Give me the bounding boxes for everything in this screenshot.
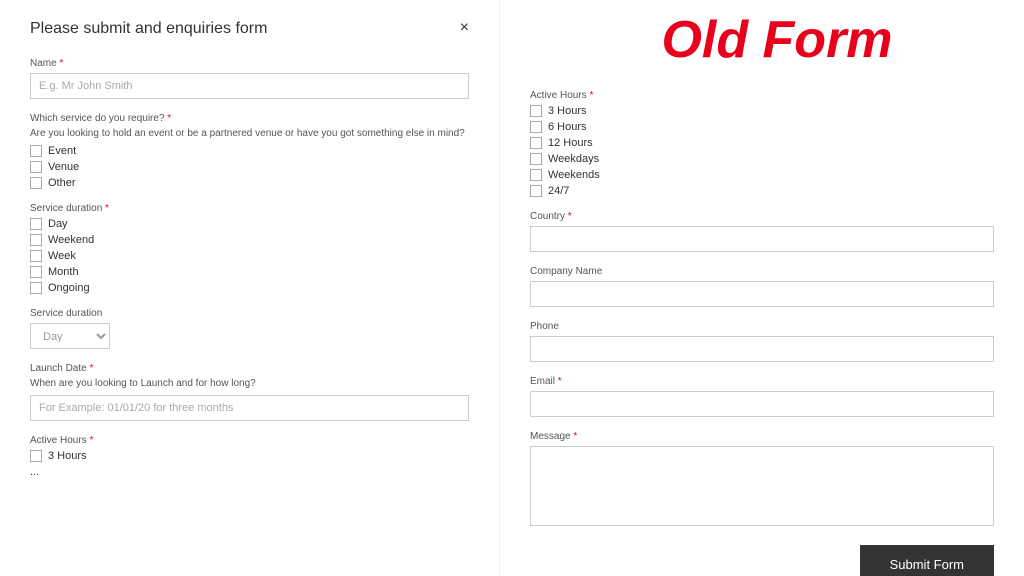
duration-weekend-option[interactable]: Weekend xyxy=(30,234,469,246)
duration-month-checkbox[interactable] xyxy=(30,266,42,278)
form-header: Please submit and enquiries form × xyxy=(30,20,469,38)
active-6h-checkbox[interactable] xyxy=(530,121,542,133)
company-name-label: Company Name xyxy=(530,266,994,277)
duration-day-checkbox[interactable] xyxy=(30,218,42,230)
name-label: Name * xyxy=(30,58,469,69)
duration-week-option[interactable]: Week xyxy=(30,250,469,262)
duration-month-option[interactable]: Month xyxy=(30,266,469,278)
service-duration-check-group: Service duration * Day Weekend Week Mont… xyxy=(30,203,469,294)
left-panel: Please submit and enquiries form × Name … xyxy=(0,0,500,576)
name-input[interactable] xyxy=(30,73,469,99)
country-label: Country * xyxy=(530,211,994,222)
message-input[interactable] xyxy=(530,446,994,526)
email-label: Email * xyxy=(530,376,994,387)
service-event-option[interactable]: Event xyxy=(30,145,469,157)
service-venue-checkbox[interactable] xyxy=(30,161,42,173)
form-title: Please submit and enquiries form xyxy=(30,20,267,38)
service-type-label: Which service do you require? * xyxy=(30,113,469,124)
active-weekdays-option[interactable]: Weekdays xyxy=(530,153,994,165)
phone-label: Phone xyxy=(530,321,994,332)
active-hours-left-group: Active Hours * 3 Hours ... xyxy=(30,435,469,478)
active-weekdays-checkbox[interactable] xyxy=(530,153,542,165)
active-12h-option[interactable]: 12 Hours xyxy=(530,137,994,149)
service-type-options: Event Venue Other xyxy=(30,145,469,189)
launch-date-input[interactable] xyxy=(30,395,469,421)
active-3h-checkbox[interactable] xyxy=(530,105,542,117)
country-field-group: Country * xyxy=(530,211,994,252)
service-venue-option[interactable]: Venue xyxy=(30,161,469,173)
service-duration-options: Day Weekend Week Month Ongoing xyxy=(30,218,469,294)
message-field-group: Message * xyxy=(530,431,994,529)
active-weekends-checkbox[interactable] xyxy=(530,169,542,181)
active-hours-3-left-option[interactable]: 3 Hours xyxy=(30,450,469,462)
brand-title: Old Form xyxy=(530,0,1024,80)
duration-ongoing-checkbox[interactable] xyxy=(30,282,42,294)
name-field-group: Name * xyxy=(30,58,469,99)
company-name-field-group: Company Name xyxy=(530,266,994,307)
active-6h-option[interactable]: 6 Hours xyxy=(530,121,994,133)
service-type-field-group: Which service do you require? * Are you … xyxy=(30,113,469,189)
duration-week-checkbox[interactable] xyxy=(30,250,42,262)
service-event-checkbox[interactable] xyxy=(30,145,42,157)
duration-day-option[interactable]: Day xyxy=(30,218,469,230)
active-247-checkbox[interactable] xyxy=(530,185,542,197)
launch-date-field-group: Launch Date * When are you looking to La… xyxy=(30,363,469,421)
active-12h-checkbox[interactable] xyxy=(530,137,542,149)
active-3h-option[interactable]: 3 Hours xyxy=(530,105,994,117)
service-duration-select-label: Service duration xyxy=(30,308,469,319)
service-type-desc: Are you looking to hold an event or be a… xyxy=(30,128,469,139)
phone-field-group: Phone xyxy=(530,321,994,362)
email-input[interactable] xyxy=(530,391,994,417)
active-hours-ellipsis: ... xyxy=(30,466,469,478)
message-label: Message * xyxy=(530,431,994,442)
phone-input[interactable] xyxy=(530,336,994,362)
launch-date-label: Launch Date * xyxy=(30,363,469,374)
company-name-input[interactable] xyxy=(530,281,994,307)
active-hours-right-options: 3 Hours 6 Hours 12 Hours Weekdays Weeken… xyxy=(530,105,994,197)
email-field-group: Email * xyxy=(530,376,994,417)
service-duration-select[interactable]: Day Weekend Week Month Ongoing xyxy=(30,323,110,349)
launch-date-desc: When are you looking to Launch and for h… xyxy=(30,378,469,389)
duration-weekend-checkbox[interactable] xyxy=(30,234,42,246)
active-hours-left-label: Active Hours * xyxy=(30,435,469,446)
right-panel: Old Form Active Hours * 3 Hours 6 Hours xyxy=(500,0,1024,576)
close-button[interactable]: × xyxy=(460,20,469,36)
service-other-checkbox[interactable] xyxy=(30,177,42,189)
duration-ongoing-option[interactable]: Ongoing xyxy=(30,282,469,294)
service-duration-check-label: Service duration * xyxy=(30,203,469,214)
active-weekends-option[interactable]: Weekends xyxy=(530,169,994,181)
service-duration-select-group: Service duration Day Weekend Week Month … xyxy=(30,308,469,349)
active-hours-3-left-checkbox[interactable] xyxy=(30,450,42,462)
country-input[interactable] xyxy=(530,226,994,252)
active-hours-right-label: Active Hours * xyxy=(530,90,994,101)
active-hours-left-options: 3 Hours ... xyxy=(30,450,469,478)
service-other-option[interactable]: Other xyxy=(30,177,469,189)
right-top: Old Form xyxy=(500,0,1024,90)
submit-button[interactable]: Submit Form xyxy=(860,545,994,576)
active-hours-right-group: Active Hours * 3 Hours 6 Hours 12 Hours xyxy=(530,90,994,197)
active-247-option[interactable]: 24/7 xyxy=(530,185,994,197)
right-form-area: Active Hours * 3 Hours 6 Hours 12 Hours xyxy=(500,90,1024,576)
